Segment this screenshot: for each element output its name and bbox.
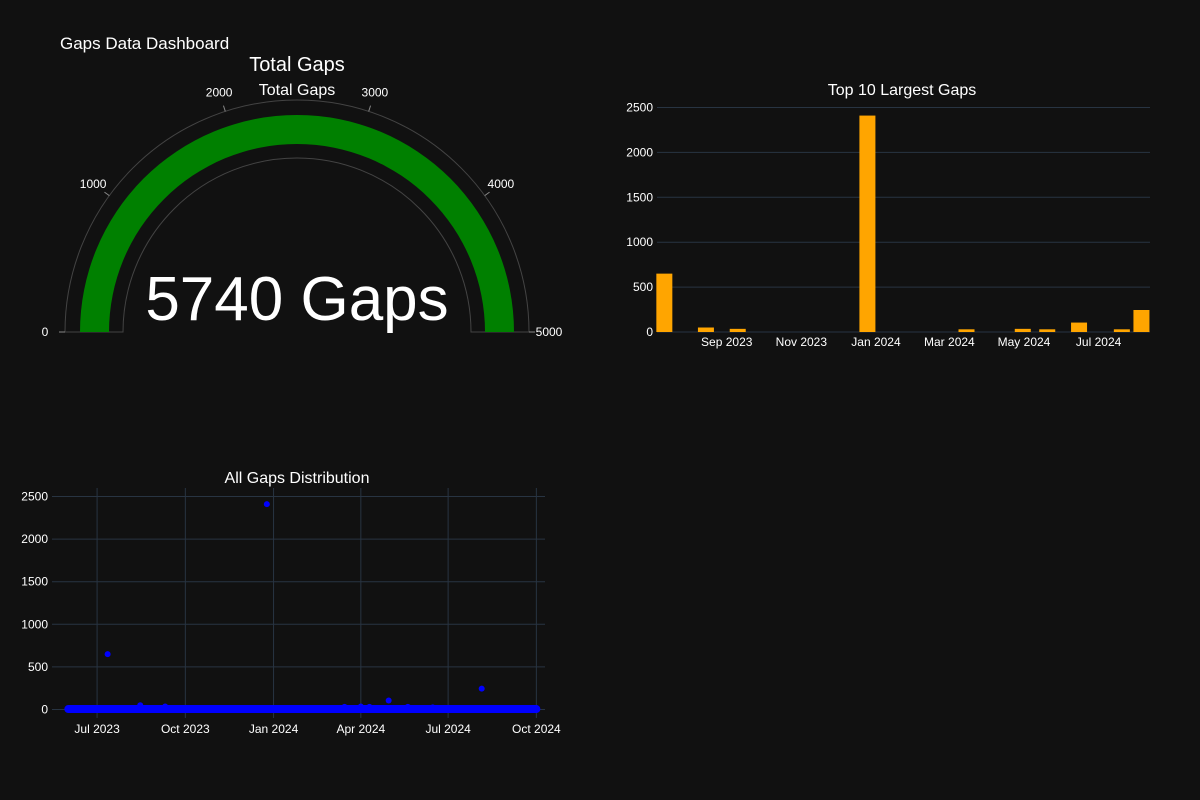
bar [656, 273, 673, 332]
bar [1039, 329, 1056, 332]
scatter-xtick-label: Jul 2024 [425, 722, 471, 736]
bar-xtick-label: Jul 2024 [1076, 335, 1122, 349]
gauge-value: 5740 Gaps [145, 265, 448, 334]
bar-xtick-label: May 2024 [998, 335, 1051, 349]
dashboard-charts: Total Gaps Total Gaps 0 1000 2000 3000 4000 5… [21, 54, 1150, 736]
bar-ytick-label: 1000 [626, 235, 653, 249]
bar-xtick-label: Nov 2023 [776, 335, 828, 349]
scatter-baseline-points [64, 705, 541, 714]
bar-ytick-label: 2000 [626, 145, 653, 159]
gauge-tick-label: 0 [42, 325, 49, 339]
gauge-tick-label: 4000 [488, 177, 515, 191]
bar-ytick-label: 2500 [626, 100, 653, 114]
bar [697, 327, 714, 332]
scatter-xtick-label: Apr 2024 [336, 722, 385, 736]
bar [1113, 329, 1130, 332]
scatter-point [357, 703, 364, 710]
scatter-ytick-label: 2500 [21, 490, 48, 504]
gauge-chart: Total Gaps Total Gaps 0 1000 2000 3000 4000 5… [42, 54, 563, 339]
bar-ytick-label: 1500 [626, 190, 653, 204]
scatter-ytick-label: 1500 [21, 575, 48, 589]
bar-ytick-label: 500 [633, 280, 653, 294]
scatter-xtick-label: Jul 2023 [74, 722, 120, 736]
gauge-tick [104, 191, 110, 197]
bar-chart-title: Top 10 Largest Gaps [828, 82, 977, 99]
bar-xtick-label: Sep 2023 [701, 335, 753, 349]
scatter-xtick-label: Oct 2024 [512, 722, 561, 736]
bar-xtick-label: Mar 2024 [924, 335, 975, 349]
gauge-tick-label: 1000 [80, 177, 107, 191]
gauge-title: Total Gaps [249, 54, 345, 76]
scatter-point [341, 703, 348, 710]
bar-ytick-label: 0 [646, 325, 653, 339]
scatter-chart: All Gaps Distribution 0 500 1000 1500 2000 25… [21, 470, 561, 736]
scatter-point [263, 501, 270, 508]
scatter-chart-title: All Gaps Distribution [225, 470, 370, 487]
scatter-ytick-label: 2000 [21, 532, 48, 546]
scatter-point [385, 697, 392, 704]
bar [1014, 328, 1031, 332]
gauge-tick [484, 191, 490, 197]
scatter-point [104, 651, 111, 658]
scatter-ytick-label: 0 [41, 702, 48, 716]
scatter-point [162, 703, 169, 710]
bar [1071, 322, 1088, 332]
scatter-point [429, 704, 436, 711]
gauge-tick [368, 105, 372, 112]
bar-chart: Top 10 Largest Gaps 0 500 1000 1500 2000 2500… [626, 82, 1150, 349]
gauge-tick-label: 2000 [206, 85, 233, 99]
gauge-tick-label: 3000 [362, 85, 389, 99]
bar [958, 329, 975, 332]
scatter-point [478, 685, 485, 692]
bar-xtick-label: Jan 2024 [851, 335, 901, 349]
scatter-xtick-label: Oct 2023 [161, 722, 210, 736]
bar [729, 328, 746, 332]
scatter-xtick-label: Jan 2024 [249, 722, 299, 736]
gauge-tick [222, 105, 226, 112]
gauge-subtitle: Total Gaps [259, 82, 335, 99]
gauge-tick-label: 5000 [536, 325, 563, 339]
bar [1133, 309, 1150, 332]
scatter-point [137, 702, 144, 709]
scatter-ytick-label: 500 [28, 660, 48, 674]
bar [859, 115, 876, 333]
scatter-ytick-label: 1000 [21, 617, 48, 631]
scatter-point [404, 703, 411, 710]
scatter-point [366, 703, 373, 710]
